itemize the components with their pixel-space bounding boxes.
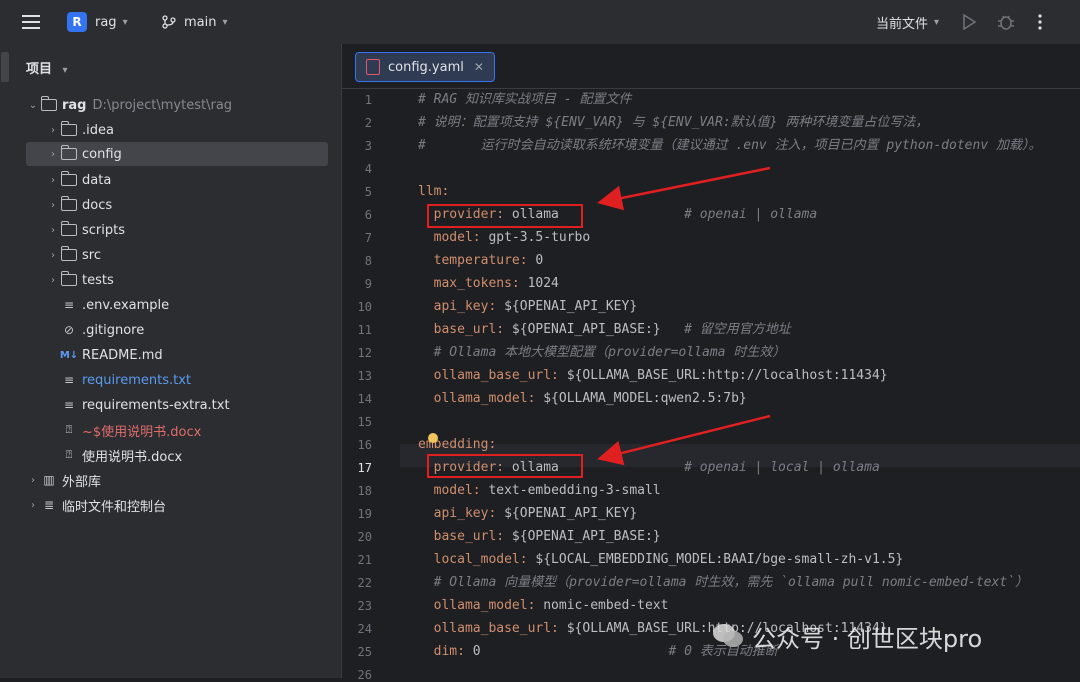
library-icon: ▥ — [43, 473, 55, 487]
tree-item-env-example[interactable]: ≡ .env.example — [60, 293, 328, 317]
run-icon — [963, 14, 976, 30]
tree-item-label: config — [82, 146, 122, 162]
tree-item-temp-docx[interactable]: ⍰ ~$使用说明书.docx — [60, 418, 328, 442]
folder-icon — [60, 271, 78, 288]
editor-area: config.yaml ✕ 1 2 3 4 5 6 7 8 9 10 11 12 13 14 15 16 17 1… — [342, 44, 1080, 682]
collapse-arrow-icon[interactable]: › — [26, 475, 40, 486]
tree-item-config[interactable]: › config — [26, 142, 328, 166]
tree-item-requirements-extra[interactable]: ≡ requirements-extra.txt — [60, 393, 328, 417]
tree-item-external-libs[interactable]: › ▥ 外部库 — [26, 468, 328, 492]
tree-item-src[interactable]: › src — [46, 243, 328, 267]
tree-item-data[interactable]: › data — [46, 168, 328, 192]
debug-button[interactable] — [997, 0, 1015, 44]
ignore-file-icon: ⊘ — [63, 323, 75, 337]
collapse-arrow-icon[interactable]: › — [46, 175, 60, 186]
project-name: rag — [95, 14, 117, 30]
text-file-icon: ≡ — [63, 298, 75, 312]
run-config-label: 当前文件 — [876, 16, 929, 32]
watermark-text: 公众号 · 创世区块pro — [752, 624, 983, 653]
chevron-down-icon: ▾ — [122, 16, 128, 28]
root-path: D:\project\mytest\rag — [92, 97, 233, 113]
project-folder-icon — [40, 96, 58, 113]
collapse-arrow-icon[interactable]: › — [46, 200, 60, 211]
tree-item-tests[interactable]: › tests — [46, 268, 328, 292]
tree-item-label: requirements-extra.txt — [82, 397, 230, 413]
tree-item-readme[interactable]: M↓ README.md — [60, 343, 328, 367]
more-vertical-icon — [1038, 14, 1042, 30]
tree-item-label: scripts — [82, 222, 125, 238]
chevron-down-icon: ▾ — [222, 16, 228, 28]
project-badge: R — [67, 12, 87, 32]
collapse-arrow-icon[interactable]: › — [46, 125, 60, 136]
chevron-down-icon: ▾ — [62, 65, 68, 76]
tree-item-scripts[interactable]: › scripts — [46, 218, 328, 242]
tree-item-label: tests — [82, 272, 114, 288]
collapse-arrow-icon[interactable]: › — [46, 250, 60, 261]
tree-item-label: .env.example — [82, 297, 170, 313]
markdown-icon: M↓ — [59, 349, 79, 361]
tree-root-rag[interactable]: ⌄ rag D:\project\mytest\rag — [26, 93, 328, 117]
annotation-arrow-1 — [597, 166, 771, 211]
collapse-arrow-icon[interactable]: › — [26, 500, 40, 511]
tree-item-requirements[interactable]: ≡ requirements.txt — [60, 368, 328, 392]
tree-item-docs[interactable]: › docs — [46, 193, 328, 217]
run-config-selector[interactable]: 当前文件 ▾ — [876, 0, 939, 44]
tree-item-scratches[interactable]: › ≣ 临时文件和控制台 — [26, 493, 328, 517]
project-panel-title[interactable]: 项目 ▾ — [26, 58, 68, 77]
tree-item-manual-docx[interactable]: ⍰ 使用说明书.docx — [60, 443, 328, 467]
more-options-button[interactable] — [1037, 0, 1043, 44]
annotation-arrow-2 — [597, 414, 771, 466]
folder-icon — [60, 221, 78, 238]
project-tool-icon[interactable] — [1, 52, 9, 82]
tree-item-label: requirements.txt — [82, 372, 192, 388]
chevron-down-icon: ▾ — [934, 16, 940, 28]
root-name: rag — [62, 97, 87, 113]
watermark: 公众号 · 创世区块pro — [712, 618, 982, 654]
bug-icon — [998, 15, 1014, 30]
tree-item-label: src — [82, 247, 101, 263]
git-branch-icon — [162, 15, 176, 29]
text-file-icon: ≡ — [63, 373, 75, 387]
folder-icon — [60, 145, 78, 162]
project-switcher[interactable]: R rag ▾ — [67, 0, 128, 44]
collapse-arrow-icon[interactable]: › — [46, 149, 60, 160]
tree-item-label: ~$使用说明书.docx — [82, 424, 202, 440]
tree-item-gitignore[interactable]: ⊘ .gitignore — [60, 318, 328, 342]
folder-icon — [60, 121, 78, 138]
annotation-arrows — [597, 166, 771, 466]
run-button[interactable] — [962, 0, 976, 44]
tree-item-label: 临时文件和控制台 — [62, 499, 167, 515]
tree-item-idea[interactable]: › .idea — [46, 118, 328, 142]
tree-item-label: 外部库 — [62, 474, 102, 490]
tree-item-label: 使用说明书.docx — [82, 449, 183, 465]
main-menu-button[interactable] — [22, 0, 40, 44]
collapse-arrow-icon[interactable]: › — [46, 225, 60, 236]
tree-item-label: docs — [82, 197, 113, 213]
project-panel-title-label: 项目 — [26, 62, 53, 77]
unknown-file-icon: ⍰ — [65, 448, 73, 461]
unknown-file-icon: ⍰ — [65, 423, 73, 436]
folder-icon — [60, 196, 78, 213]
tree-item-label: README.md — [82, 347, 163, 363]
wechat-icon — [713, 624, 743, 647]
branch-switcher[interactable]: main ▾ — [162, 0, 228, 44]
branch-name: main — [184, 14, 217, 30]
collapse-arrow-icon[interactable]: › — [46, 275, 60, 286]
scratches-icon: ≣ — [43, 498, 55, 512]
folder-icon — [60, 171, 78, 188]
project-panel: 项目 ▾ ⌄ rag D:\project\mytest\rag › .idea… — [12, 44, 342, 678]
expand-arrow-icon[interactable]: ⌄ — [26, 100, 40, 111]
tree-item-label: .gitignore — [82, 322, 145, 338]
hamburger-menu-icon — [22, 15, 40, 29]
title-bar: R rag ▾ main ▾ 当前文件 ▾ — [0, 0, 1080, 44]
folder-icon — [60, 246, 78, 263]
tree-item-label: data — [82, 172, 112, 188]
text-file-icon: ≡ — [63, 398, 75, 412]
tree-item-label: .idea — [82, 122, 114, 138]
